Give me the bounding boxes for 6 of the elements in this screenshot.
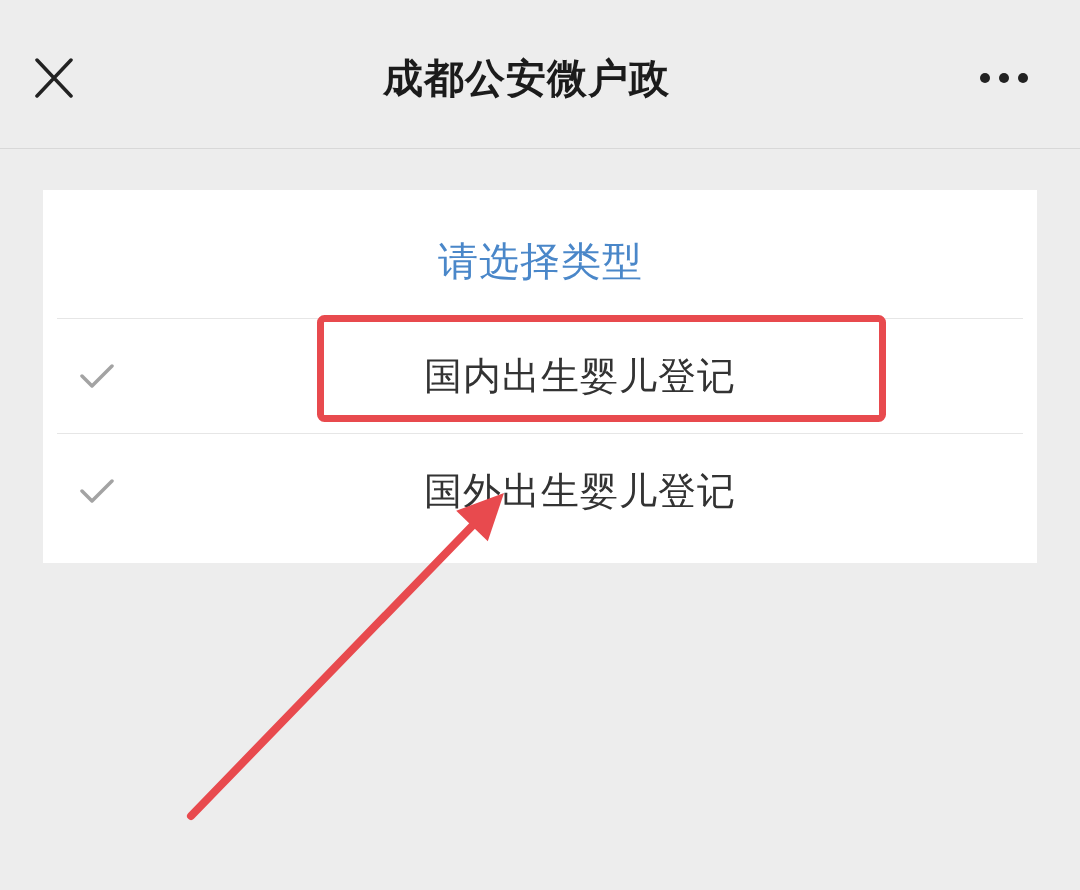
more-icon[interactable] <box>980 73 1028 83</box>
close-icon[interactable] <box>35 58 73 98</box>
option-label: 国内出生婴儿登记 <box>424 352 736 400</box>
page-title: 成都公安微户政 <box>383 54 670 103</box>
sheet-title: 请选择类型 <box>437 237 643 286</box>
option-row[interactable]: 国内出生婴儿登记 <box>57 318 1023 433</box>
